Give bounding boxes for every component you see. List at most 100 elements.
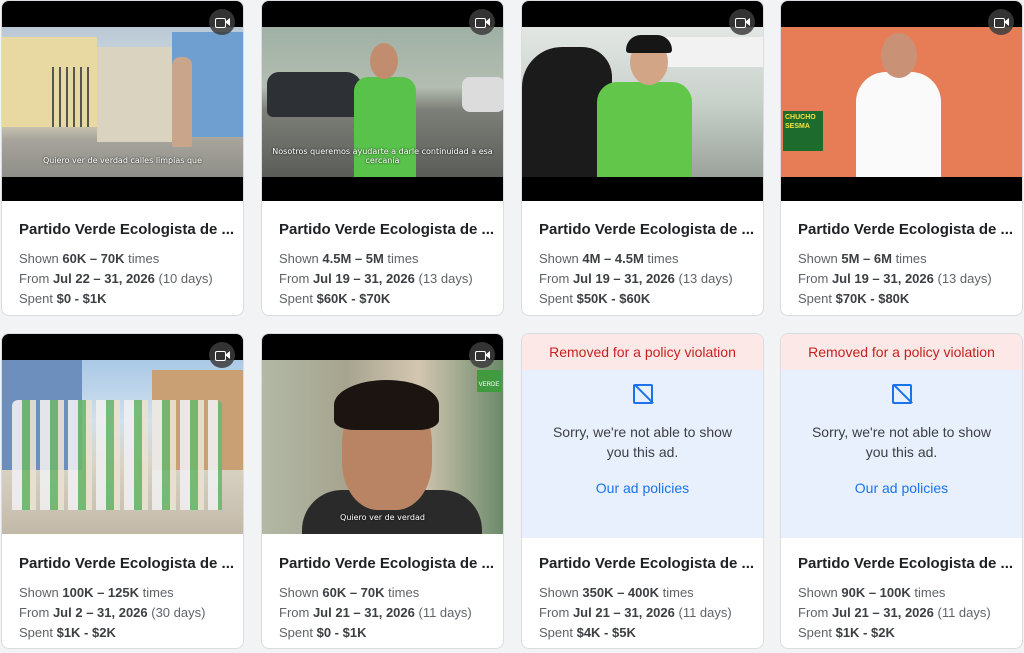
impressions-line: Shown 4M – 4.5M times (539, 251, 679, 266)
removed-message: Sorry, we're not able to show you this a… (552, 424, 733, 460)
date-range-line: From Jul 19 – 31, 2026 (13 days) (539, 271, 733, 286)
spend-range: $1K - $2K (56, 625, 116, 640)
ad-info: Partido Verde Ecologista de ... Shown 4.… (279, 221, 493, 309)
removed-ad-panel: Removed for a policy violation Sorry, we… (522, 334, 763, 538)
impressions-line: Shown 60K – 70K times (19, 251, 160, 266)
video-camera-icon (469, 342, 495, 368)
spend-range: $4K - $5K (576, 625, 636, 640)
impressions-range: 60K – 70K (62, 251, 125, 266)
date-range-line: From Jul 21 – 31, 2026 (11 days) (279, 605, 472, 620)
party-badge: VERDE (477, 370, 501, 392)
ad-video-preview[interactable]: CHUCHO SESMA (781, 1, 1022, 201)
video-subtitle: Nosotros queremos ayudarte a darle conti… (272, 147, 493, 165)
video-subtitle: Quiero ver de verdad (340, 513, 425, 522)
ad-video-preview[interactable]: Nosotros queremos ayudarte a darle conti… (262, 1, 503, 201)
spend-line: Spent $4K - $5K (539, 625, 636, 640)
spend-range: $0 - $1K (56, 291, 107, 306)
impressions-range: 4.5M – 5M (322, 251, 384, 266)
video-thumbnail: CHUCHO SESMA (781, 27, 1022, 177)
ad-card-removed[interactable]: Removed for a policy violation Sorry, we… (521, 333, 764, 649)
spend-range: $50K - $60K (576, 291, 651, 306)
video-thumbnail: Quiero ver de verdad calles limpias que (2, 27, 243, 177)
ad-card[interactable]: Partido Verde Ecologista de ... Shown 10… (1, 333, 244, 649)
impressions-line: Shown 100K – 125K times (19, 585, 174, 600)
impressions-line: Shown 5M – 6M times (798, 251, 927, 266)
date-range: Jul 19 – 31, 2026 (312, 271, 415, 286)
advertiser-name[interactable]: Partido Verde Ecologista de ... (19, 555, 233, 572)
spend-range: $0 - $1K (316, 625, 367, 640)
ad-video-preview[interactable] (2, 334, 243, 534)
video-subtitle: Quiero ver de verdad calles limpias que (42, 156, 203, 165)
ad-card[interactable]: Partido Verde Ecologista de ... Shown 4M… (521, 0, 764, 316)
ad-info: Partido Verde Ecologista de ... Shown 10… (19, 555, 233, 643)
impressions-line: Shown 60K – 70K times (279, 585, 420, 600)
date-range: Jul 21 – 31, 2026 (312, 605, 415, 620)
video-camera-icon (469, 9, 495, 35)
advertiser-name[interactable]: Partido Verde Ecologista de ... (539, 221, 753, 238)
video-thumbnail: VERDE Quiero ver de verdad (262, 360, 503, 534)
date-range-line: From Jul 21 – 31, 2026 (11 days) (539, 605, 732, 620)
date-range-line: From Jul 21 – 31, 2026 (11 days) (798, 605, 991, 620)
impressions-range: 60K – 70K (322, 585, 385, 600)
spend-line: Spent $50K - $60K (539, 291, 651, 306)
date-range: Jul 2 – 31, 2026 (52, 605, 148, 620)
policy-violation-banner: Removed for a policy violation (522, 334, 763, 370)
advertiser-name[interactable]: Partido Verde Ecologista de ... (539, 555, 753, 572)
advertiser-name[interactable]: Partido Verde Ecologista de ... (19, 221, 233, 238)
ad-info: Partido Verde Ecologista de ... Shown 60… (279, 555, 493, 643)
impressions-range: 4M – 4.5M (582, 251, 644, 266)
impressions-range: 100K – 125K (62, 585, 139, 600)
ad-video-preview[interactable]: Quiero ver de verdad calles limpias que (2, 1, 243, 201)
removed-ad-panel: Removed for a policy violation Sorry, we… (781, 334, 1022, 538)
date-range: Jul 19 – 31, 2026 (572, 271, 675, 286)
advertiser-name[interactable]: Partido Verde Ecologista de ... (279, 221, 493, 238)
date-range-line: From Jul 19 – 31, 2026 (13 days) (798, 271, 992, 286)
date-range-line: From Jul 22 – 31, 2026 (10 days) (19, 271, 213, 286)
ad-card[interactable]: VERDE Quiero ver de verdad Partido Verde… (261, 333, 504, 649)
removed-message: Sorry, we're not able to show you this a… (811, 424, 992, 460)
impressions-line: Shown 90K – 100K times (798, 585, 946, 600)
ad-info: Partido Verde Ecologista de ... Shown 4M… (539, 221, 753, 309)
policy-violation-banner: Removed for a policy violation (781, 334, 1022, 370)
ad-card-removed[interactable]: Removed for a policy violation Sorry, we… (780, 333, 1023, 649)
ad-card[interactable]: CHUCHO SESMA Partido Verde Ecologista de… (780, 0, 1023, 316)
advertiser-name[interactable]: Partido Verde Ecologista de ... (279, 555, 493, 572)
image-unavailable-icon (891, 384, 912, 404)
ad-info: Partido Verde Ecologista de ... Shown 35… (539, 555, 753, 643)
video-camera-icon (988, 9, 1014, 35)
impressions-line: Shown 350K – 400K times (539, 585, 694, 600)
spend-line: Spent $1K - $2K (19, 625, 116, 640)
video-camera-icon (729, 9, 755, 35)
spend-line: Spent $70K - $80K (798, 291, 910, 306)
spend-range: $60K - $70K (316, 291, 391, 306)
date-range: Jul 21 – 31, 2026 (831, 605, 934, 620)
ad-policies-link[interactable]: Our ad policies (522, 480, 763, 496)
ad-info: Partido Verde Ecologista de ... Shown 90… (798, 555, 1012, 643)
video-thumbnail: Nosotros queremos ayudarte a darle conti… (262, 27, 503, 177)
ad-card[interactable]: Quiero ver de verdad calles limpias que … (1, 0, 244, 316)
ad-card[interactable]: Nosotros queremos ayudarte a darle conti… (261, 0, 504, 316)
video-camera-icon (209, 9, 235, 35)
impressions-range: 5M – 6M (841, 251, 892, 266)
advertiser-name[interactable]: Partido Verde Ecologista de ... (798, 555, 1012, 572)
ad-video-preview[interactable] (522, 1, 763, 201)
impressions-range: 350K – 400K (582, 585, 659, 600)
date-range-line: From Jul 2 – 31, 2026 (30 days) (19, 605, 206, 620)
ad-policies-link[interactable]: Our ad policies (781, 480, 1022, 496)
date-range-line: From Jul 19 – 31, 2026 (13 days) (279, 271, 473, 286)
video-thumbnail (522, 27, 763, 177)
advertiser-name[interactable]: Partido Verde Ecologista de ... (798, 221, 1012, 238)
spend-line: Spent $1K - $2K (798, 625, 895, 640)
ad-info: Partido Verde Ecologista de ... Shown 5M… (798, 221, 1012, 309)
date-range: Jul 19 – 31, 2026 (831, 271, 934, 286)
ad-video-preview[interactable]: VERDE Quiero ver de verdad (262, 334, 503, 534)
spend-range: $70K - $80K (835, 291, 910, 306)
video-camera-icon (209, 342, 235, 368)
image-unavailable-icon (632, 384, 653, 404)
impressions-range: 90K – 100K (841, 585, 911, 600)
date-range: Jul 22 – 31, 2026 (52, 271, 155, 286)
spend-line: Spent $0 - $1K (279, 625, 367, 640)
campaign-logo: CHUCHO SESMA (783, 111, 823, 151)
ad-info: Partido Verde Ecologista de ... Shown 60… (19, 221, 233, 309)
spend-line: Spent $60K - $70K (279, 291, 391, 306)
